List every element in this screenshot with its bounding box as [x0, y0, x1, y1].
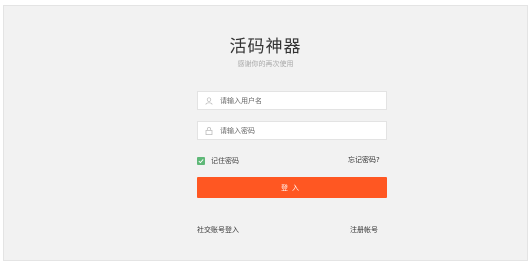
login-panel: 活码神器 感谢你的再次使用 记住密码 忘记密码? 登入 社交账号登入	[3, 5, 528, 261]
social-login-link[interactable]: 社交账号登入	[197, 225, 239, 235]
remember-checkbox[interactable]	[197, 157, 205, 165]
lock-icon	[205, 126, 213, 135]
username-input[interactable]	[220, 96, 380, 105]
password-input[interactable]	[220, 126, 380, 135]
register-link[interactable]: 注册帐号	[350, 225, 378, 235]
remember-label: 记住密码	[211, 157, 239, 165]
user-icon	[205, 96, 213, 105]
remember-password[interactable]: 记住密码	[197, 156, 239, 166]
check-icon	[198, 159, 204, 164]
forgot-password-link[interactable]: 忘记密码?	[348, 155, 380, 165]
page-title: 活码神器	[229, 37, 302, 57]
page-subtitle: 感谢你的再次使用	[237, 60, 294, 68]
username-field[interactable]	[197, 91, 387, 110]
password-field[interactable]	[197, 121, 387, 140]
login-button[interactable]: 登入	[197, 177, 387, 198]
